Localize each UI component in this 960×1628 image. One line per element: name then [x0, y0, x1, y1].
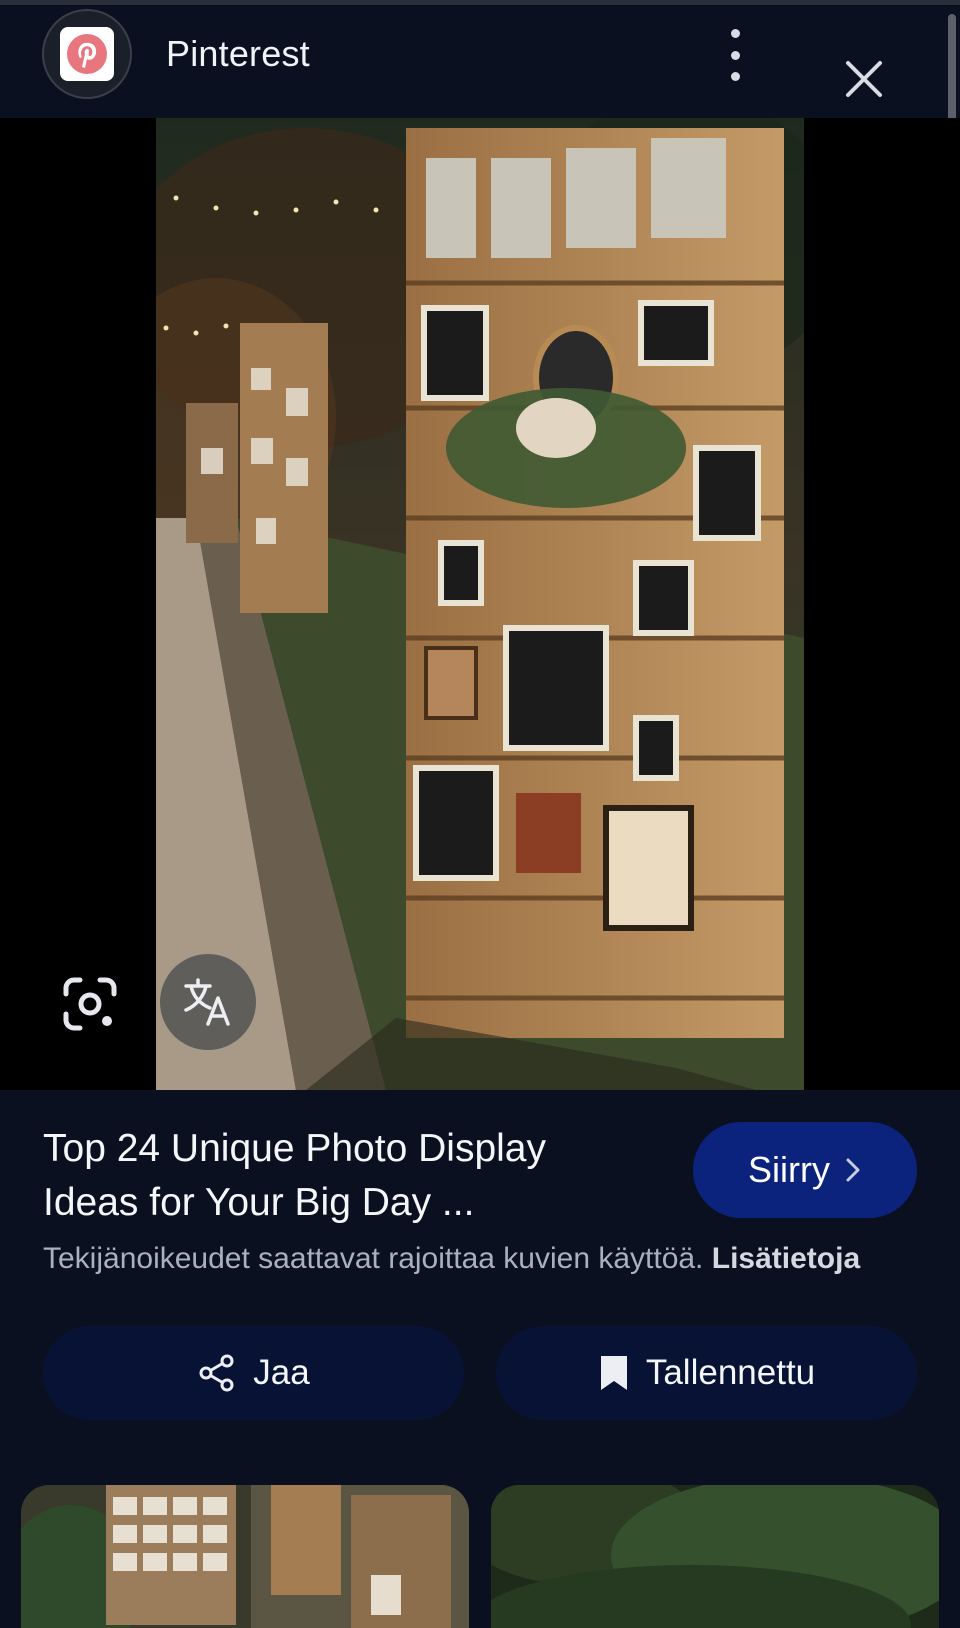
chevron-right-icon: [846, 1158, 860, 1182]
translate-icon: [184, 978, 230, 1026]
share-button[interactable]: Jaa: [43, 1326, 464, 1420]
copyright-text: Tekijänoikeudet saattavat rajoittaa kuvi…: [43, 1242, 704, 1275]
more-vert-icon[interactable]: [720, 29, 750, 81]
saved-button[interactable]: Tallennettu: [496, 1326, 917, 1420]
main-photo[interactable]: [156, 118, 804, 1090]
image-viewer-screen: Pinterest Top 24 Unique Photo Display Id…: [0, 0, 960, 1628]
app-logo-button[interactable]: [42, 9, 132, 99]
translate-button[interactable]: [160, 954, 256, 1050]
google-lens-icon[interactable]: [58, 972, 122, 1036]
saved-label: Tallennettu: [645, 1353, 816, 1392]
visit-button-label: Siirry: [748, 1149, 830, 1190]
result-title-line1: Top 24 Unique Photo Display: [43, 1127, 546, 1170]
learn-more-link[interactable]: Lisätietoja: [712, 1242, 860, 1275]
related-image-2[interactable]: [491, 1485, 939, 1628]
result-title-line2: Ideas for Your Big Day ...: [43, 1181, 475, 1224]
app-title: Pinterest: [166, 33, 310, 74]
pinterest-logo-icon: [60, 27, 114, 81]
share-label: Jaa: [253, 1353, 310, 1392]
image-area: [0, 118, 960, 1090]
close-icon[interactable]: [840, 55, 888, 103]
copyright-notice: Tekijänoikeudet saattavat rajoittaa kuvi…: [43, 1242, 943, 1276]
share-icon: [199, 1354, 234, 1392]
related-image-1[interactable]: [21, 1485, 469, 1628]
result-title[interactable]: Top 24 Unique Photo Display Ideas for Yo…: [43, 1122, 663, 1230]
visit-button[interactable]: Siirry: [693, 1122, 917, 1218]
top-bar: Pinterest: [0, 0, 960, 118]
bookmark-icon: [600, 1356, 627, 1390]
